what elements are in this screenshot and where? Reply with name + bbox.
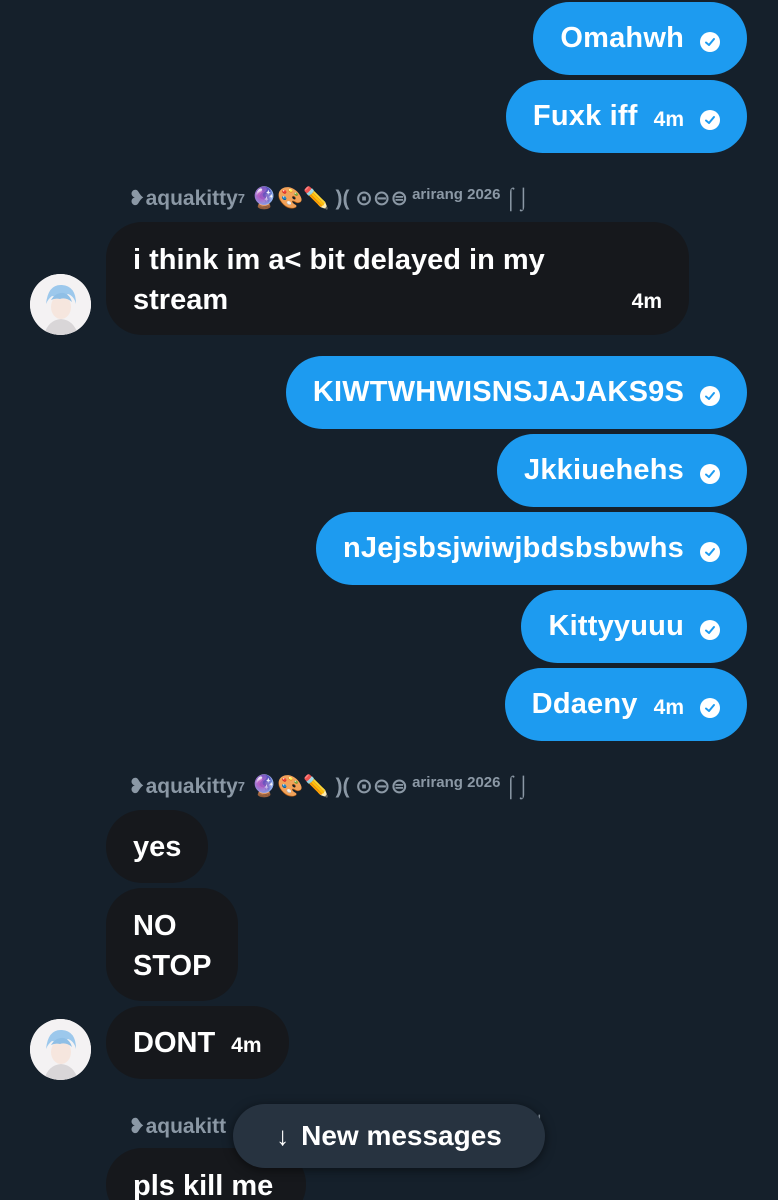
incoming-message[interactable]: DONT 4m <box>106 1006 289 1079</box>
sender-emojis: 🔮🎨✏️ <box>251 774 330 798</box>
sender-small-text: arirang 2026 <box>412 186 501 203</box>
outgoing-message[interactable]: Omahwh <box>533 2 747 75</box>
incoming-message[interactable]: NO STOP <box>106 888 239 1001</box>
sender-decoration: )( ⊙⊖⊜ <box>335 775 409 798</box>
message-timestamp: 4m <box>653 107 684 131</box>
sender-suffix: ⌠⌡ <box>504 186 530 210</box>
seen-check-icon <box>700 109 720 130</box>
sender-suffix: ⌠⌡ <box>504 774 530 798</box>
outgoing-message[interactable]: Kittyyuuu <box>521 590 747 663</box>
message-text: Ddaeny <box>531 688 638 720</box>
seen-check-icon <box>700 31 720 52</box>
message-text-line: i think im a< bit delayed in my <box>133 244 545 276</box>
outgoing-message[interactable]: nJejsbsjwiwjbdsbsbwhs <box>316 512 747 585</box>
message-text: DONT <box>133 1026 216 1059</box>
message-text: pls kill me <box>133 1170 274 1200</box>
avatar[interactable] <box>30 1019 91 1080</box>
sender-emojis: 🔮🎨✏️ <box>251 186 330 210</box>
incoming-message[interactable]: yes <box>106 810 209 883</box>
seen-check-icon <box>700 697 720 718</box>
outgoing-message[interactable]: Fuxk iff 4m <box>505 80 747 153</box>
sender-name[interactable]: ❥aquakitty 7 🔮🎨✏️ )( ⊙⊖⊜ arirang 2026 ⌠⌡ <box>128 774 530 799</box>
message-text: nJejsbsjwiwjbdsbsbwhs <box>343 532 684 564</box>
outgoing-message[interactable]: KIWTWHWISNSJAJAKS9S <box>285 356 747 429</box>
outgoing-message[interactable]: Ddaeny 4m <box>504 668 747 741</box>
seen-check-icon <box>700 541 720 562</box>
message-text: Fuxk iff <box>532 100 638 132</box>
sender-display-name: ❥aquakitt <box>128 1115 227 1138</box>
message-text-line: NO <box>133 910 177 942</box>
message-text: KIWTWHWISNSJAJAKS9S <box>312 376 684 408</box>
message-timestamp: 4m <box>653 695 684 719</box>
message-text: Kittyyuuu <box>548 610 684 642</box>
sender-superscript: 7 <box>237 779 246 794</box>
new-messages-button[interactable]: ↓ New messages <box>233 1104 545 1168</box>
sender-superscript: 7 <box>237 191 246 206</box>
new-messages-label: New messages <box>301 1120 502 1151</box>
message-text: Omahwh <box>560 22 684 54</box>
seen-check-icon <box>700 385 720 406</box>
message-text: Jkkiuehehs <box>524 454 684 486</box>
message-text: yes <box>133 830 182 863</box>
message-timestamp: 4m <box>231 1033 262 1057</box>
message-text-line: stream <box>133 284 229 316</box>
sender-decoration: )( ⊙⊖⊜ <box>335 187 409 210</box>
outgoing-message[interactable]: Jkkiuehehs <box>497 434 747 507</box>
sender-display-name: ❥aquakitty <box>128 187 238 210</box>
dm-conversation: Omahwh Fuxk iff 4m ❥aquakitty 7 🔮🎨✏️ )( … <box>0 0 778 1200</box>
sender-name[interactable]: ❥aquakitt <box>128 1114 226 1139</box>
incoming-message[interactable]: i think im a< bit delayed in my stream 4… <box>106 222 689 335</box>
avatar[interactable] <box>30 274 91 335</box>
seen-check-icon <box>700 463 720 484</box>
arrow-down-icon: ↓ <box>276 1120 290 1151</box>
sender-small-text: arirang 2026 <box>412 774 501 791</box>
message-text-line: STOP <box>133 950 212 982</box>
sender-display-name: ❥aquakitty <box>128 775 238 798</box>
message-timestamp: 4m <box>631 290 662 313</box>
sender-name[interactable]: ❥aquakitty 7 🔮🎨✏️ )( ⊙⊖⊜ arirang 2026 ⌠⌡ <box>128 186 530 211</box>
seen-check-icon <box>700 619 720 640</box>
